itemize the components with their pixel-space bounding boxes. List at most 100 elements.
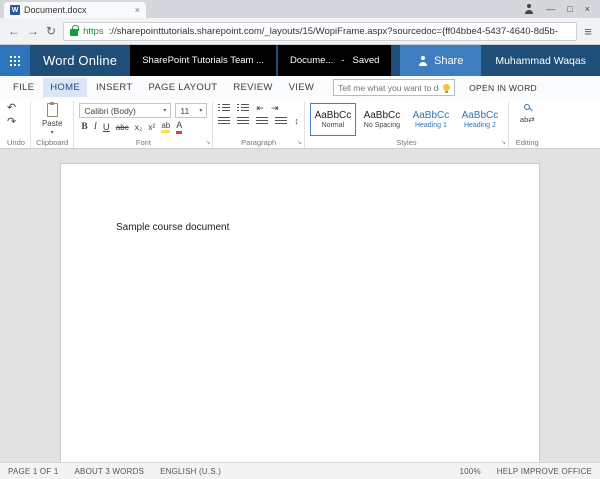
style-heading-2[interactable]: AaBbCc Heading 2 xyxy=(456,103,503,136)
status-language[interactable]: ENGLISH (U.S.) xyxy=(160,467,221,476)
line-spacing-icon[interactable]: ↕ xyxy=(294,117,299,126)
app-launcher-grid-icon xyxy=(10,55,12,58)
chevron-down-icon: ▾ xyxy=(199,107,203,114)
status-bar: PAGE 1 OF 1 ABOUT 3 WORDS ENGLISH (U.S.)… xyxy=(0,462,600,479)
undo-icon[interactable]: ↶ xyxy=(7,103,16,114)
group-clipboard: Paste ▾ Clipboard xyxy=(31,101,75,148)
clipboard-icon xyxy=(46,102,58,117)
tab-review[interactable]: REVIEW xyxy=(226,78,279,97)
decrease-indent-icon[interactable]: ⇤ xyxy=(256,104,264,113)
style-preview: AaBbCc xyxy=(461,110,499,121)
align-left-icon[interactable] xyxy=(218,117,231,126)
refresh-icon[interactable]: ↻ xyxy=(46,25,56,37)
strikethrough-button[interactable]: abc xyxy=(116,123,129,132)
browser-tab[interactable]: W Document.docx × xyxy=(4,2,146,18)
suite-bar: Word Online SharePoint Tutorials Team ..… xyxy=(0,45,600,76)
document-text: Sample course document xyxy=(116,222,230,233)
tell-me-input[interactable] xyxy=(338,82,440,93)
style-preview: AaBbCc xyxy=(363,110,401,121)
find-icon[interactable] xyxy=(524,104,531,110)
bold-button[interactable]: B xyxy=(81,122,87,132)
crumb-separator: - xyxy=(341,55,345,66)
save-status: Saved xyxy=(352,55,380,66)
profile-icon[interactable] xyxy=(524,4,534,14)
justify-icon[interactable] xyxy=(275,117,288,126)
browser-menu-icon[interactable]: ≡ xyxy=(584,24,592,39)
font-dialog-launcher-icon[interactable]: ↘ xyxy=(205,140,210,146)
status-word-count[interactable]: ABOUT 3 WORDS xyxy=(75,467,145,476)
open-in-word-button[interactable]: OPEN IN WORD xyxy=(469,83,537,93)
close-button[interactable]: × xyxy=(585,4,590,14)
tab-home[interactable]: HOME xyxy=(43,78,87,97)
paste-label: Paste xyxy=(41,119,63,128)
group-label-styles: Styles xyxy=(396,137,417,147)
group-paragraph: ⇤ ⇥ ↕ Paragraph ↘ xyxy=(213,101,305,148)
subscript-button[interactable]: x₂ xyxy=(135,122,143,132)
status-help-improve[interactable]: HELP IMPROVE OFFICE xyxy=(497,467,592,476)
status-page-count[interactable]: PAGE 1 OF 1 xyxy=(8,467,59,476)
user-name[interactable]: Muhammad Waqas xyxy=(481,45,600,76)
url-text: ://sharepointtutorials.sharepoint.com/_l… xyxy=(108,25,559,37)
font-color-button[interactable]: A xyxy=(176,120,183,134)
group-undo: ↶ ↷ Undo xyxy=(2,101,31,148)
superscript-button[interactable]: x² xyxy=(148,122,155,132)
redo-icon[interactable]: ↷ xyxy=(7,117,16,128)
maximize-button[interactable]: □ xyxy=(567,4,572,14)
style-preview: AaBbCc xyxy=(412,110,450,121)
tab-close-icon[interactable]: × xyxy=(135,5,140,15)
browser-window: W Document.docx × — □ × ← → ↻ https ://s… xyxy=(0,0,600,479)
tab-title: Document.docx xyxy=(24,5,87,15)
site-name[interactable]: SharePoint Tutorials Team ... xyxy=(130,45,277,76)
bullet-list-icon[interactable] xyxy=(218,104,231,113)
style-normal[interactable]: AaBbCc Normal xyxy=(309,103,356,136)
tab-view[interactable]: VIEW xyxy=(282,78,321,97)
document-page[interactable]: Sample course document xyxy=(60,163,540,462)
tab-insert[interactable]: INSERT xyxy=(89,78,139,97)
share-label: Share xyxy=(433,54,464,67)
increase-indent-icon[interactable]: ⇥ xyxy=(271,104,279,113)
group-label-editing: Editing xyxy=(515,137,539,147)
tab-file[interactable]: FILE xyxy=(6,78,41,97)
style-no-spacing[interactable]: AaBbCc No Spacing xyxy=(358,103,405,136)
text-highlight-button[interactable]: ab xyxy=(161,121,171,134)
tab-page-layout[interactable]: PAGE LAYOUT xyxy=(141,78,224,97)
document-crumb: Docume... - Saved xyxy=(278,45,392,76)
styles-dialog-launcher-icon[interactable]: ↘ xyxy=(501,140,506,146)
padlock-icon[interactable] xyxy=(70,25,79,36)
group-font: Calibri (Body) ▾ 11 ▾ B I U abc x₂ x² ab… xyxy=(74,101,214,148)
align-right-icon[interactable] xyxy=(256,117,269,126)
paragraph-dialog-launcher-icon[interactable]: ↘ xyxy=(297,140,302,146)
italic-button[interactable]: I xyxy=(94,122,97,132)
app-launcher-button[interactable] xyxy=(0,45,30,76)
group-label-undo: Undo xyxy=(7,137,25,147)
underline-button[interactable]: U xyxy=(103,122,110,133)
site-name-label: SharePoint Tutorials Team ... xyxy=(142,55,265,66)
font-size-dropdown[interactable]: 11 ▾ xyxy=(175,103,208,118)
align-center-icon[interactable] xyxy=(237,117,250,126)
document-name[interactable]: Docume... xyxy=(290,55,333,66)
forward-icon[interactable]: → xyxy=(27,25,39,37)
group-editing: ab⇄ Editing xyxy=(509,101,546,148)
style-name: No Spacing xyxy=(363,122,400,129)
lightbulb-icon xyxy=(443,84,451,93)
minimize-button[interactable]: — xyxy=(546,4,555,14)
paste-button[interactable]: Paste ▾ xyxy=(36,101,68,136)
document-canvas: Sample course document xyxy=(0,149,600,462)
font-family-dropdown[interactable]: Calibri (Body) ▾ xyxy=(79,103,172,118)
app-title[interactable]: Word Online xyxy=(30,45,130,76)
url-box[interactable]: https ://sharepointtutorials.sharepoint.… xyxy=(63,21,578,41)
share-button[interactable]: Share xyxy=(399,45,482,76)
address-bar: ← → ↻ https ://sharepointtutorials.share… xyxy=(0,18,600,45)
style-heading-1[interactable]: AaBbCc Heading 1 xyxy=(407,103,454,136)
group-styles: AaBbCc Normal AaBbCc No Spacing AaBbCc H… xyxy=(305,101,509,148)
suite-bar-right: Share Muhammad Waqas xyxy=(399,45,600,76)
url-scheme: https xyxy=(83,25,104,37)
share-person-icon xyxy=(418,55,428,66)
breadcrumb: SharePoint Tutorials Team ... Docume... … xyxy=(130,45,392,76)
back-icon[interactable]: ← xyxy=(8,25,20,37)
numbered-list-icon[interactable] xyxy=(237,104,250,113)
replace-icon[interactable]: ab⇄ xyxy=(520,116,535,124)
style-name: Heading 1 xyxy=(414,122,447,129)
status-zoom-level[interactable]: 100% xyxy=(460,467,481,476)
group-label-clipboard: Clipboard xyxy=(36,137,69,147)
